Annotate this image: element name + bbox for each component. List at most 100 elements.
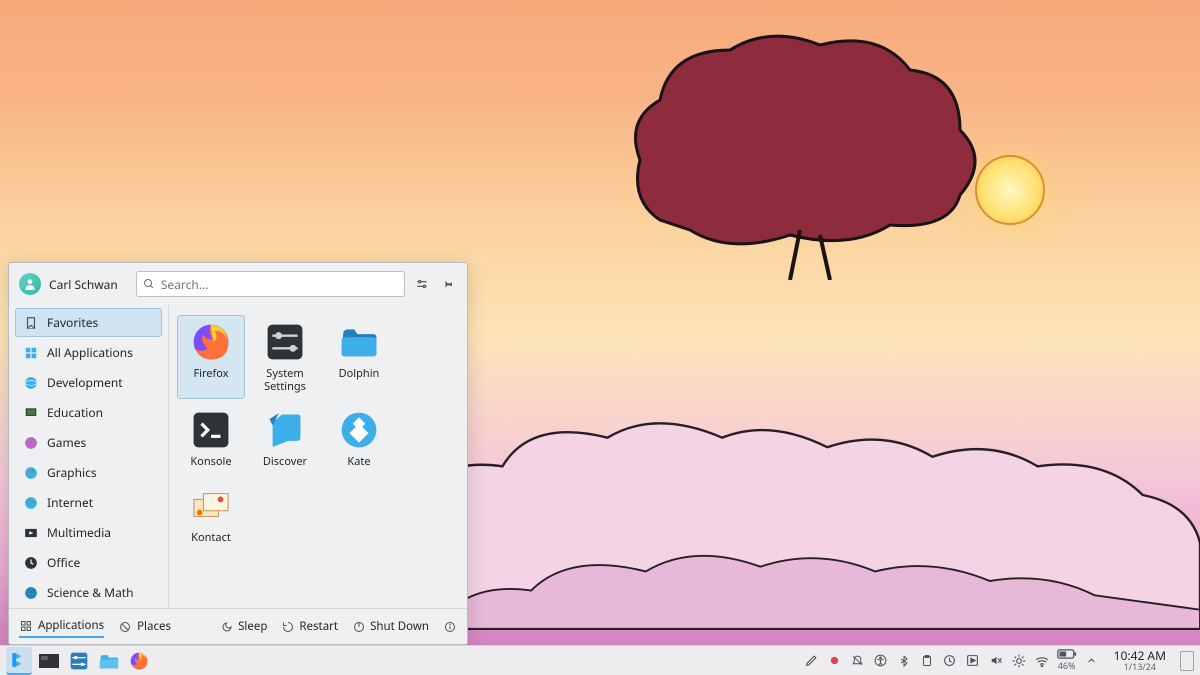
category-label: Games [47,434,86,451]
category-label: Science & Math [47,584,134,601]
clock-date: 1/13/24 [1124,662,1156,672]
system-tray: 46% [800,649,1104,672]
user-avatar[interactable] [19,273,41,295]
battery-icon [1057,649,1077,659]
category-office[interactable]: Office [15,548,162,577]
wallpaper-clouds [340,355,1200,635]
tab-applications[interactable]: Applications [19,615,104,638]
category-label: Internet [47,494,93,511]
favorite-discover[interactable]: Discover [251,403,319,474]
category-all-applications[interactable]: All Applications [15,338,162,367]
battery-percentage: 46% [1058,659,1076,672]
kate-icon [338,409,380,451]
tray-record-icon[interactable] [827,653,843,669]
category-label: Multimedia [47,524,111,541]
favorite-label: Dolphin [339,367,380,380]
category-label: Graphics [47,464,97,481]
configure-button[interactable] [413,275,431,293]
category-development[interactable]: Development [15,368,162,397]
sleep-icon [220,620,234,634]
tray-network-icon[interactable] [1034,653,1050,669]
globe-sci-icon [23,585,39,601]
sleep-button[interactable]: Sleep [220,619,267,634]
category-sidebar[interactable]: Favorites All Applications Development Educ… [9,305,169,608]
category-graphics[interactable]: Graphics [15,458,162,487]
show-desktop-button[interactable] [1180,651,1194,671]
discover-icon [264,409,306,451]
favorite-label: Kate [347,455,370,468]
tray-media-icon[interactable] [965,653,981,669]
tray-edit-icon[interactable] [804,653,820,669]
info-button[interactable] [443,620,457,634]
info-icon [443,620,457,634]
board-icon [23,405,39,421]
tray-updates-icon[interactable] [942,653,958,669]
task-system-settings[interactable] [66,649,92,673]
category-label: Development [47,374,123,391]
restart-button[interactable]: Restart [281,619,338,634]
favorite-label: Discover [263,455,307,468]
grid-icon [23,345,39,361]
shutdown-icon [352,620,366,634]
tray-clipboard-icon[interactable] [919,653,935,669]
restart-icon [281,620,295,634]
launcher-footer: Applications Places Sleep Restart Shut D… [9,608,467,644]
shutdown-button[interactable]: Shut Down [352,619,429,634]
category-multimedia[interactable]: Multimedia [15,518,162,547]
globe-icon [23,495,39,511]
tray-notifications-icon[interactable] [850,653,866,669]
tray-battery[interactable]: 46% [1057,649,1077,672]
category-science-math[interactable]: Science & Math [15,578,162,607]
firefox-icon [190,321,232,363]
tray-volume-icon[interactable] [988,653,1004,669]
applications-icon [19,619,33,633]
app-launcher-button[interactable] [6,647,32,675]
favorite-label: Firefox [193,367,228,380]
system-settings-icon [264,321,306,363]
category-label: Favorites [47,314,98,331]
tab-applications-label: Applications [38,618,104,633]
shutdown-label: Shut Down [370,619,429,634]
search-input[interactable] [161,276,398,293]
favorite-label: Kontact [191,531,231,544]
taskbar: 46% 10:42 AM 1/13/24 [0,645,1200,675]
kontact-icon [190,485,232,527]
category-internet[interactable]: Internet [15,488,162,517]
category-games[interactable]: Games [15,428,162,457]
tab-places[interactable]: Places [118,616,171,637]
favorite-konsole[interactable]: Konsole [177,403,245,474]
tray-expand-icon[interactable] [1084,653,1100,669]
task-pager[interactable] [36,649,62,673]
bookmark-icon [23,315,39,331]
favorite-system-settings[interactable]: System Settings [251,315,319,399]
favorite-dolphin[interactable]: Dolphin [325,315,393,399]
tray-brightness-icon[interactable] [1011,653,1027,669]
wallpaper-tree [620,20,1000,280]
tab-places-label: Places [137,619,171,634]
category-education[interactable]: Education [15,398,162,427]
application-launcher: Carl Schwan Favorites All Applications Dev… [8,262,468,645]
category-label: All Applications [47,344,133,361]
category-favorites[interactable]: Favorites [15,308,162,337]
favorite-label: System Settings [253,367,317,393]
task-dolphin[interactable] [96,649,122,673]
favorite-firefox[interactable]: Firefox [177,315,245,399]
places-icon [118,620,132,634]
tray-accessibility-icon[interactable] [873,653,889,669]
media-icon [23,525,39,541]
favorite-label: Konsole [190,455,231,468]
tray-bluetooth-icon[interactable] [896,653,912,669]
favorite-kontact[interactable]: Kontact [177,479,245,550]
dolphin-icon [338,321,380,363]
username-label: Carl Schwan [49,276,118,293]
favorite-kate[interactable]: Kate [325,403,393,474]
task-firefox[interactable] [126,649,152,673]
konsole-icon [190,409,232,451]
search-field[interactable] [136,271,405,297]
globe-dev-icon [23,375,39,391]
palette-icon [23,465,39,481]
category-label: Education [47,404,103,421]
pin-button[interactable] [439,275,457,293]
search-icon [143,278,155,290]
clock[interactable]: 10:42 AM 1/13/24 [1108,649,1172,672]
